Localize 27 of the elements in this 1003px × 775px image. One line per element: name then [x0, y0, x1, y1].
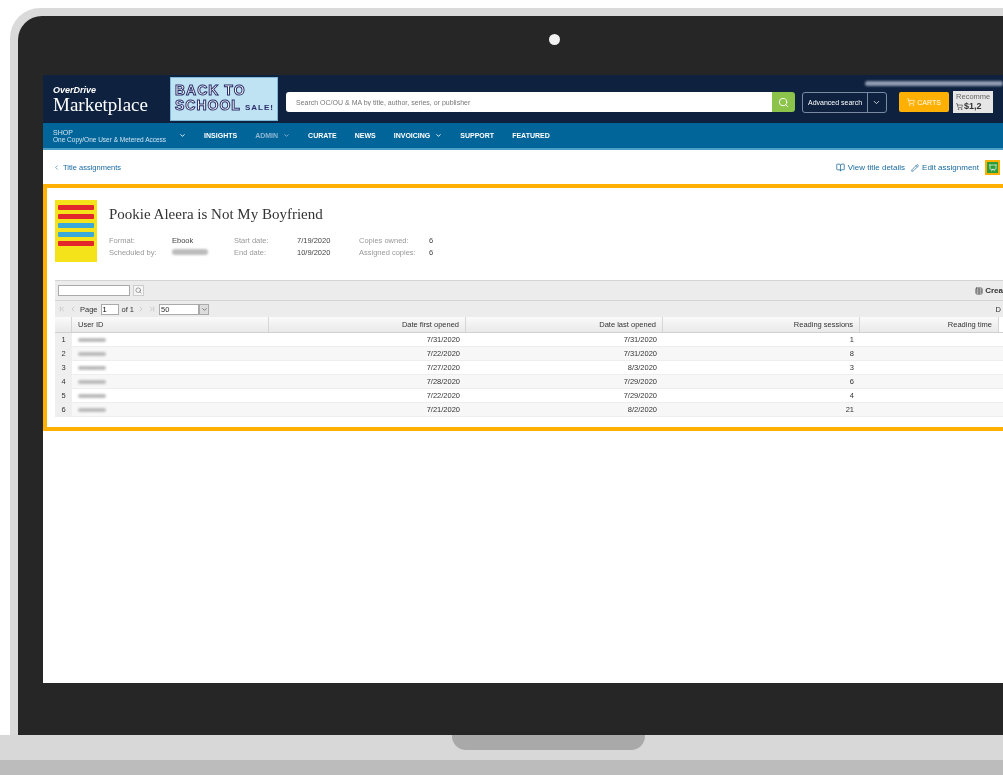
book-title: Pookie Aleera is Not My Boyfriend	[109, 206, 324, 223]
first-page-button[interactable]	[58, 305, 66, 313]
camera-dot	[549, 34, 560, 45]
view-details-link[interactable]: View title details	[835, 163, 906, 172]
grid-search-button[interactable]	[133, 285, 144, 296]
sale-banner[interactable]: BACK TO SCHOOL SALE!	[170, 77, 278, 121]
cart-icon	[907, 98, 916, 106]
last-page-button[interactable]	[148, 305, 157, 313]
grid-search-field[interactable]	[58, 285, 130, 296]
amount: $1,2	[964, 101, 982, 111]
create-button[interactable]: Crea	[975, 286, 1003, 295]
marketplace-logo[interactable]: OverDrive Marketplace	[53, 84, 170, 114]
cart-icon	[956, 102, 964, 110]
book-cover-placeholder	[55, 200, 97, 262]
caret-icon	[283, 132, 291, 139]
caret-icon	[200, 305, 208, 313]
board-icon[interactable]	[985, 160, 1000, 175]
search-button[interactable]	[772, 92, 795, 112]
pencil-icon	[911, 163, 920, 172]
previous-page-button[interactable]	[69, 305, 77, 313]
caret-icon	[179, 132, 187, 139]
chevron-left-icon	[53, 164, 60, 171]
edit-link[interactable]: Edit assignment	[911, 163, 979, 172]
caret-icon	[435, 132, 443, 139]
book-icon	[835, 163, 845, 172]
table-icon	[975, 286, 984, 295]
search-icon	[778, 96, 789, 108]
